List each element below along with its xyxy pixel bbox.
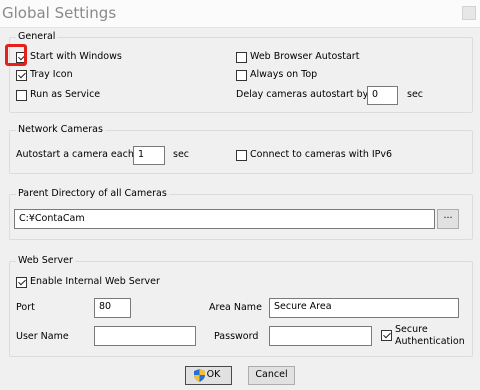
general-group-label: General <box>16 31 58 43</box>
delay-autostart-input[interactable]: 0 <box>367 86 398 105</box>
close-icon[interactable] <box>462 6 476 20</box>
always-on-top-checkbox[interactable] <box>236 70 247 81</box>
enable-web-server-label: Enable Internal Web Server <box>30 276 160 287</box>
network-cameras-group-label: Network Cameras <box>16 124 105 136</box>
user-name-label: User Name <box>16 331 69 342</box>
password-label: Password <box>214 331 259 342</box>
area-name-label: Area Name <box>209 302 262 313</box>
autostart-each-input[interactable]: 1 <box>133 146 165 165</box>
delay-autostart-label: Delay cameras autostart by <box>236 89 369 100</box>
ipv6-label: Connect to cameras with IPv6 <box>250 149 393 160</box>
parent-directory-input[interactable]: C:¥ContaCam <box>14 209 435 229</box>
browser-autostart-label: Web Browser Autostart <box>250 51 360 62</box>
ok-button[interactable]: OK <box>185 366 232 385</box>
ipv6-checkbox[interactable] <box>236 150 247 161</box>
checkbox-highlight <box>5 44 27 66</box>
parent-directory-group-label: Parent Directory of all Cameras <box>16 188 169 200</box>
secure-auth-checkbox[interactable] <box>381 330 392 341</box>
area-name-input[interactable]: Secure Area <box>269 298 459 318</box>
user-name-input[interactable] <box>94 326 196 346</box>
run-as-service-label: Run as Service <box>30 89 101 100</box>
browser-autostart-checkbox[interactable] <box>236 52 247 63</box>
secure-auth-label-line2: Authentication <box>395 336 465 347</box>
ok-button-label: OK <box>206 369 221 380</box>
delay-unit-label: sec <box>407 89 424 100</box>
port-label: Port <box>16 302 35 313</box>
always-on-top-label: Always on Top <box>250 69 318 80</box>
port-input[interactable]: 80 <box>94 298 131 318</box>
run-as-service-checkbox[interactable] <box>16 90 27 101</box>
browse-button[interactable]: ... <box>437 209 459 229</box>
tray-icon-label: Tray Icon <box>30 69 73 80</box>
title-bar: Global Settings <box>0 0 480 28</box>
enable-web-server-checkbox[interactable] <box>16 277 27 288</box>
window-title: Global Settings <box>2 4 117 22</box>
start-with-windows-label: Start with Windows <box>30 51 122 62</box>
autostart-each-label: Autostart a camera each <box>16 149 134 160</box>
web-server-group-label: Web Server <box>16 255 75 267</box>
cancel-button[interactable]: Cancel <box>248 366 295 385</box>
secure-auth-label-line1: Secure <box>395 324 428 335</box>
tray-icon-checkbox[interactable] <box>16 70 27 81</box>
uac-shield-icon <box>194 369 205 382</box>
password-input[interactable] <box>269 326 372 346</box>
autostart-unit-label: sec <box>173 149 190 160</box>
